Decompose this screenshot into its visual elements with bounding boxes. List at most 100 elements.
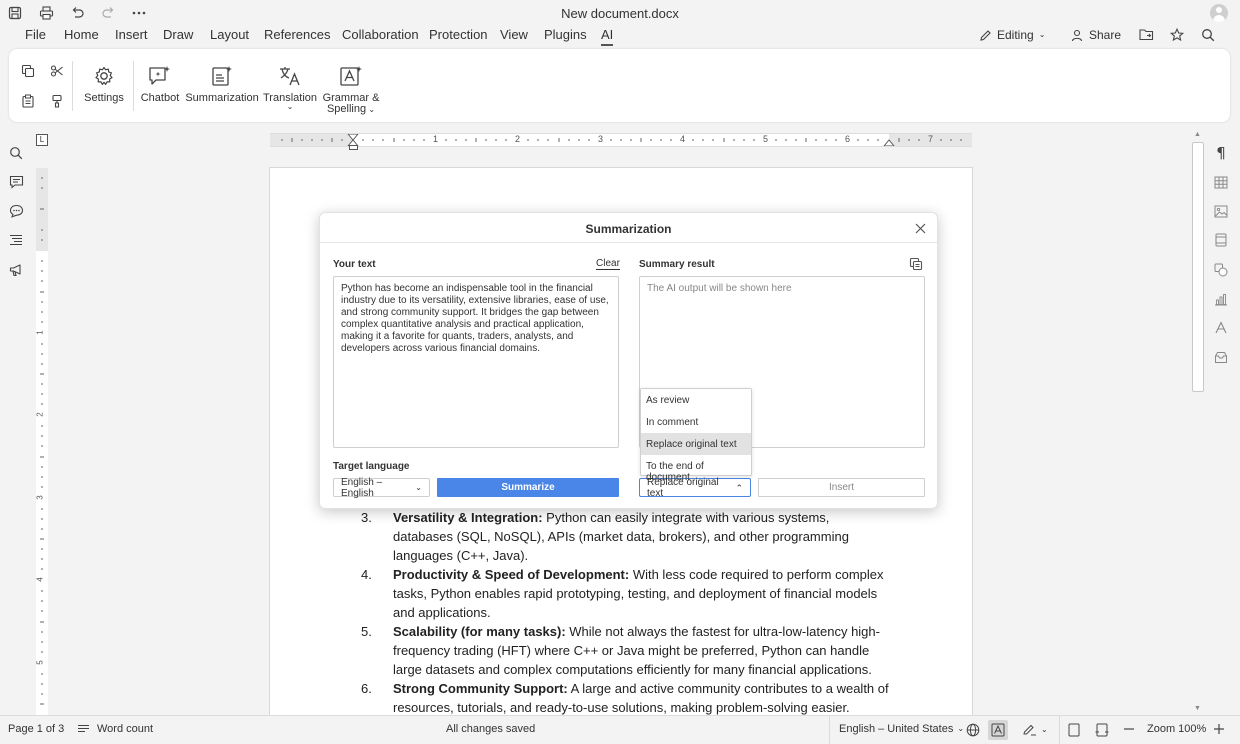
tab-references[interactable]: References [264,27,330,42]
page-indicator[interactable]: Page 1 of 3 [8,723,64,735]
paste-icon[interactable] [18,91,38,111]
grammar-check-icon [337,62,365,90]
copy-icon[interactable] [18,61,38,81]
target-language-label: Target language [333,461,410,472]
status-bar: Page 1 of 3 Word count All changes saved… [0,715,1240,744]
format-painter-icon[interactable] [47,91,67,111]
tab-plugins[interactable]: Plugins [544,27,587,42]
dropdown-option-in-comment[interactable]: In comment [641,411,751,433]
summarization-label: Summarization [185,92,259,104]
vertical-ruler[interactable]: 1 2 3 4 5 [36,168,48,715]
ruler-number: 2 [35,412,45,417]
feedback-megaphone-icon[interactable] [7,261,25,279]
tab-stop-selector[interactable]: L [36,134,48,146]
dialog-divider [320,242,937,243]
dropdown-option-replace-original[interactable]: Replace original text [641,433,751,455]
list-number: 5. [361,624,372,639]
summarization-dialog: Summarization Your text Clear Python has… [319,212,938,509]
horizontal-ruler[interactable]: 1 2 3 4 5 6 7 [270,133,972,150]
zoom-out-button[interactable] [1123,723,1135,735]
favorite-star-icon[interactable] [1170,28,1184,42]
fit-to-width-icon[interactable] [1095,723,1109,737]
copy-icon[interactable] [909,257,923,271]
cut-icon[interactable] [47,61,67,81]
grammar-spelling-button[interactable]: Grammar & Spelling ⌄ [322,62,380,115]
vertical-scrollbar[interactable]: ▲ ▼ [1192,130,1204,715]
tab-file[interactable]: File [25,27,46,42]
ruler-number: 1 [433,134,439,144]
scrollbar-thumb[interactable] [1192,142,1204,392]
tab-draw[interactable]: Draw [163,27,193,42]
paragraph-icon[interactable]: ¶ [1212,144,1230,162]
chevron-down-icon: ⌄ [1041,724,1048,734]
track-changes-icon[interactable]: ⌄ [1023,723,1048,736]
document-sparkle-icon [208,62,236,90]
language-label: English – United States [839,723,954,735]
minus-icon [1124,728,1134,730]
insert-mode-dropdown: As review In comment Replace original te… [640,388,752,483]
table-icon[interactable] [1212,173,1230,191]
editing-mode-button[interactable]: Editing ⌄ [979,28,1045,42]
mail-merge-icon[interactable] [1212,348,1230,366]
tab-ai[interactable]: AI [601,27,614,46]
close-icon[interactable] [913,221,927,235]
ruler-number: 5 [763,134,769,144]
summary-result-label: Summary result [639,259,715,270]
navigation-headings-icon[interactable] [7,231,25,249]
dropdown-option-end-of-document[interactable]: To the end of document [641,455,751,483]
your-text-label: Your text [333,259,376,270]
ruler-number: 3 [35,495,45,500]
list-item-title: Strong Community Support: [393,681,568,696]
settings-button[interactable]: Settings [82,62,126,104]
status-separator [829,716,830,744]
list-item: 3. Versatility & Integration: Python can … [361,508,891,565]
list-number: 6. [361,681,372,696]
numbered-list[interactable]: 3. Versatility & Integration: Python can … [361,508,891,717]
globe-icon[interactable] [966,723,980,737]
summarize-button[interactable]: Summarize [437,478,619,497]
chatbot-button[interactable]: Chatbot [140,62,180,104]
list-item: 6. Strong Community Support: A large and … [361,679,891,717]
share-button[interactable]: Share [1071,28,1121,42]
search-icon[interactable] [1201,28,1215,42]
user-avatar[interactable] [1210,4,1228,22]
shapes-icon[interactable] [1212,261,1230,279]
insert-button[interactable]: Insert [758,478,925,497]
share-person-icon [1071,29,1083,41]
tab-view[interactable]: View [500,27,528,42]
open-location-icon[interactable] [1139,28,1154,41]
word-count-label: Word count [97,723,154,735]
chat-icon[interactable] [7,202,25,220]
tab-layout[interactable]: Layout [210,27,249,42]
dropdown-option-as-review[interactable]: As review [641,389,751,411]
tab-protection[interactable]: Protection [429,27,488,42]
zoom-in-button[interactable] [1213,723,1225,735]
summarization-button[interactable]: Summarization [185,62,259,104]
target-language-select[interactable]: English – English ⌄ [333,476,430,499]
chevron-up-icon: ⌃ [735,482,743,493]
zoom-level[interactable]: Zoom 100% [1147,723,1206,735]
your-text-input[interactable]: Python has become an indispensable tool … [333,276,619,448]
scroll-up-arrow-icon[interactable]: ▲ [1194,131,1201,138]
comment-icon[interactable] [7,173,25,191]
image-icon[interactable] [1212,202,1230,220]
left-indent-marker[interactable] [349,145,358,150]
target-language-value: English – English [341,476,383,499]
text-art-icon[interactable] [1212,319,1230,337]
search-icon[interactable] [7,144,25,162]
translation-button[interactable]: Translation ⌄ [263,62,317,111]
scroll-down-arrow-icon[interactable]: ▼ [1194,705,1201,712]
ribbon-separator [133,61,134,111]
ribbon-toolbar: Settings Chatbot Summarization Translati… [9,49,1230,122]
word-count-button[interactable]: Word count [77,723,153,735]
header-footer-icon[interactable] [1212,231,1230,249]
spell-check-icon[interactable] [988,720,1008,740]
clear-button[interactable]: Clear [596,258,620,270]
language-selector[interactable]: English – United States ⌄ [839,723,964,735]
ruler-number: 3 [598,134,604,144]
fit-to-page-icon[interactable] [1068,723,1080,737]
tab-collaboration[interactable]: Collaboration [342,27,419,42]
chart-icon[interactable] [1212,290,1230,308]
tab-home[interactable]: Home [64,27,99,42]
tab-insert[interactable]: Insert [115,27,148,42]
